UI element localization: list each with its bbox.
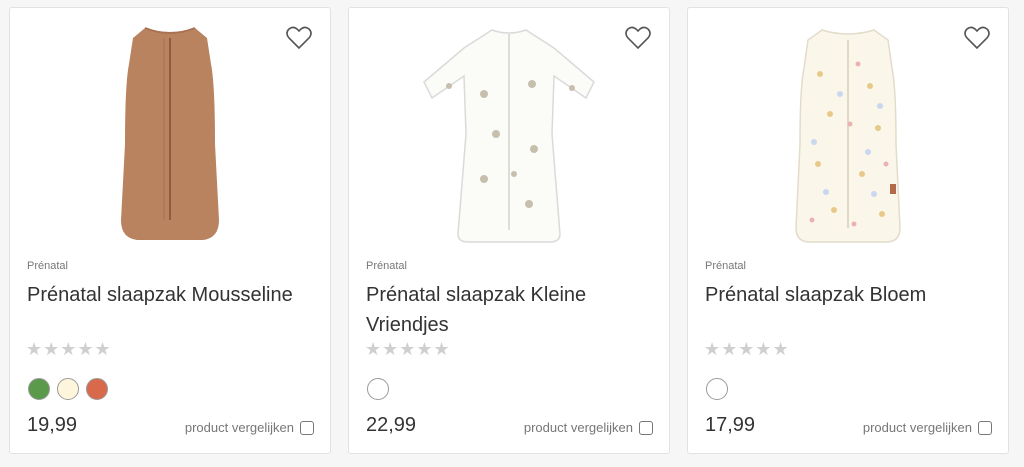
wishlist-heart-icon[interactable]	[964, 26, 990, 50]
color-swatch-green[interactable]	[28, 378, 50, 400]
color-swatches	[706, 378, 728, 400]
product-price: 17,99	[705, 414, 756, 436]
product-brand: Prénatal	[366, 260, 407, 272]
product-price: 19,99	[27, 414, 78, 436]
rating-stars: ★★★★★	[365, 339, 451, 359]
sleeping-bag-image	[423, 29, 595, 243]
product-brand: Prénatal	[705, 260, 746, 272]
compare-checkbox-icon[interactable]	[978, 420, 992, 435]
product-image[interactable]	[349, 8, 669, 253]
color-swatch-terracotta[interactable]	[86, 378, 108, 400]
product-price: 22,99	[366, 414, 417, 436]
product-card[interactable]: Prénatal Prénatal slaapzak Kleine Vriend…	[348, 7, 670, 454]
sleeping-bag-image	[795, 29, 901, 243]
compare-label: product vergelijken	[862, 420, 972, 435]
compare-toggle[interactable]: product vergelijken	[863, 420, 992, 435]
wishlist-heart-icon[interactable]	[625, 26, 651, 50]
product-card[interactable]: Prénatal Prénatal slaapzak Bloem ★★★★★ 1…	[687, 7, 1009, 454]
color-swatches	[28, 378, 108, 400]
product-title[interactable]: Prénatal slaapzak Kleine Vriendjes	[366, 280, 656, 340]
product-image[interactable]	[10, 8, 330, 253]
compare-label: product vergelijken	[523, 420, 633, 435]
product-image[interactable]	[688, 8, 1008, 253]
color-swatch-white[interactable]	[706, 378, 728, 400]
compare-toggle[interactable]: product vergelijken	[185, 420, 314, 435]
color-swatches	[367, 378, 389, 400]
color-swatch-cream[interactable]	[57, 378, 79, 400]
wishlist-heart-icon[interactable]	[286, 26, 312, 50]
compare-label: product vergelijken	[184, 420, 294, 435]
compare-checkbox-icon[interactable]	[639, 420, 653, 435]
rating-stars: ★★★★★	[26, 339, 112, 359]
sleeping-bag-image	[121, 27, 219, 240]
product-title[interactable]: Prénatal slaapzak Mousseline	[27, 280, 317, 310]
rating-stars: ★★★★★	[704, 339, 790, 359]
compare-checkbox-icon[interactable]	[300, 420, 314, 435]
compare-toggle[interactable]: product vergelijken	[524, 420, 653, 435]
color-swatch-white[interactable]	[367, 378, 389, 400]
product-card[interactable]: Prénatal Prénatal slaapzak Mousseline ★★…	[9, 7, 331, 454]
product-title[interactable]: Prénatal slaapzak Bloem	[705, 280, 995, 310]
product-brand: Prénatal	[27, 260, 68, 272]
